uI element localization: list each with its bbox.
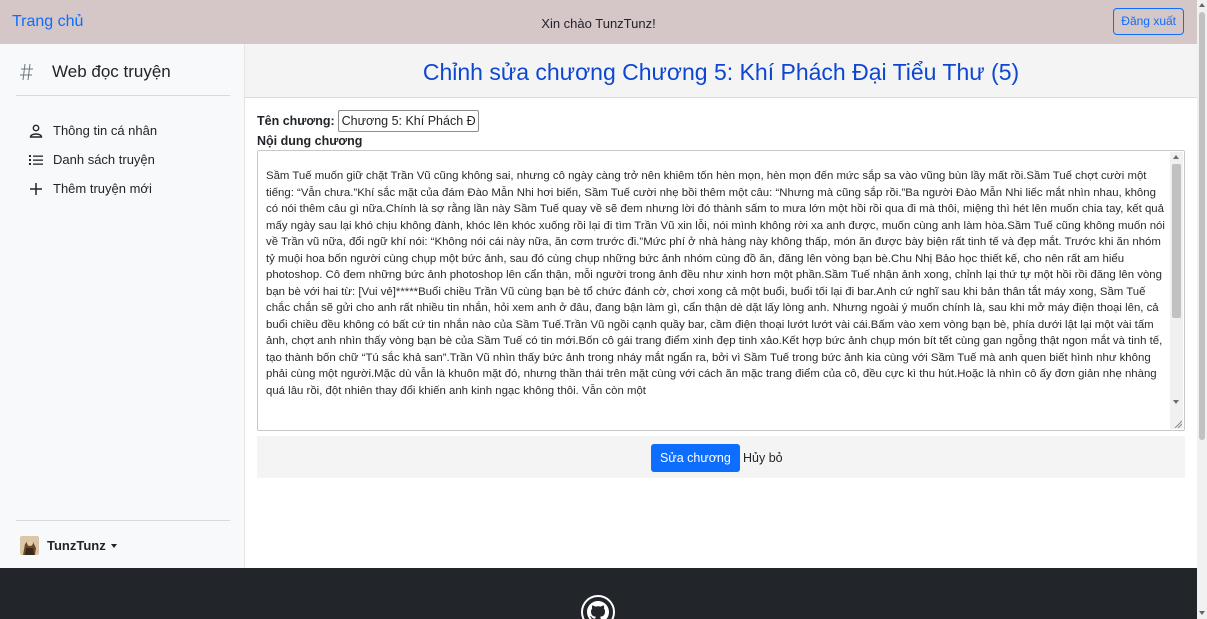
page-scroll-thumb[interactable]	[1199, 12, 1205, 440]
chapter-content-textarea[interactable]: Sầm Tuế muốn giữ chặt Trần Vũ cũng không…	[257, 150, 1185, 431]
sidebar-item-label: Thêm truyện mới	[53, 181, 152, 196]
sidebar-menu: Thông tin cá nhân Danh sách truyện Thêm …	[28, 116, 157, 203]
logout-button[interactable]: Đăng xuất	[1113, 8, 1184, 35]
submit-chapter-button[interactable]: Sửa chương	[651, 444, 740, 472]
page-scrollbar[interactable]	[1197, 0, 1207, 619]
chapter-name-row: Tên chương:	[257, 110, 1185, 132]
textarea-scrollbar[interactable]	[1170, 152, 1183, 429]
edit-chapter-form: Tên chương: Nội dung chương Sầm Tuế muốn…	[257, 110, 1185, 431]
user-dropdown[interactable]: TunzTunz	[20, 536, 117, 555]
avatar	[20, 536, 39, 555]
scroll-up-icon[interactable]	[1173, 155, 1179, 159]
sidebar: Web đọc truyện Thông tin cá nhân Danh sá…	[0, 44, 245, 568]
cancel-link[interactable]: Hủy bỏ	[743, 451, 783, 465]
chapter-name-label: Tên chương:	[257, 114, 335, 128]
sidebar-brand-title: Web đọc truyện	[52, 62, 171, 81]
page-title: Chỉnh sửa chương Chương 5: Khí Phách Đại…	[422, 59, 1020, 85]
list-icon	[28, 152, 44, 168]
greeting-text: Xin chào TunzTunz!	[541, 16, 656, 31]
chapter-name-input[interactable]	[337, 110, 479, 132]
sidebar-item-story-list[interactable]: Danh sách truyện	[28, 145, 157, 174]
sidebar-divider-bottom	[16, 520, 230, 521]
person-icon	[28, 123, 44, 139]
github-icon[interactable]	[581, 595, 615, 619]
footer	[0, 568, 1197, 619]
chapter-content-text: Sầm Tuế muốn giữ chặt Trần Vũ cũng không…	[266, 170, 1165, 397]
textarea-scroll-thumb[interactable]	[1172, 164, 1181, 318]
content-label: Nội dung chương	[257, 134, 363, 148]
top-navbar: Trang chủ Xin chào TunzTunz! Đăng xuất	[0, 0, 1197, 44]
sidebar-item-label: Danh sách truyện	[53, 152, 155, 167]
page: Trang chủ Xin chào TunzTunz! Đăng xuất W…	[0, 0, 1197, 619]
sidebar-divider-top	[16, 95, 230, 96]
sidebar-item-label: Thông tin cá nhân	[53, 123, 158, 138]
scroll-down-icon[interactable]	[1173, 400, 1179, 404]
caret-down-icon	[110, 543, 117, 548]
sidebar-item-add-story[interactable]: Thêm truyện mới	[28, 174, 157, 203]
hash-icon	[20, 62, 34, 82]
sidebar-brand[interactable]: Web đọc truyện	[20, 60, 171, 84]
plus-icon	[28, 181, 44, 197]
page-scroll-up-icon[interactable]	[1199, 3, 1205, 7]
page-header: Chỉnh sửa chương Chương 5: Khí Phách Đại…	[245, 44, 1197, 98]
form-actions: Sửa chương Hủy bỏ	[257, 436, 1185, 478]
page-scroll-down-icon[interactable]	[1199, 611, 1205, 615]
resize-grip-icon[interactable]	[1174, 420, 1182, 428]
username: TunzTunz	[47, 538, 106, 553]
sidebar-item-profile[interactable]: Thông tin cá nhân	[28, 116, 157, 145]
